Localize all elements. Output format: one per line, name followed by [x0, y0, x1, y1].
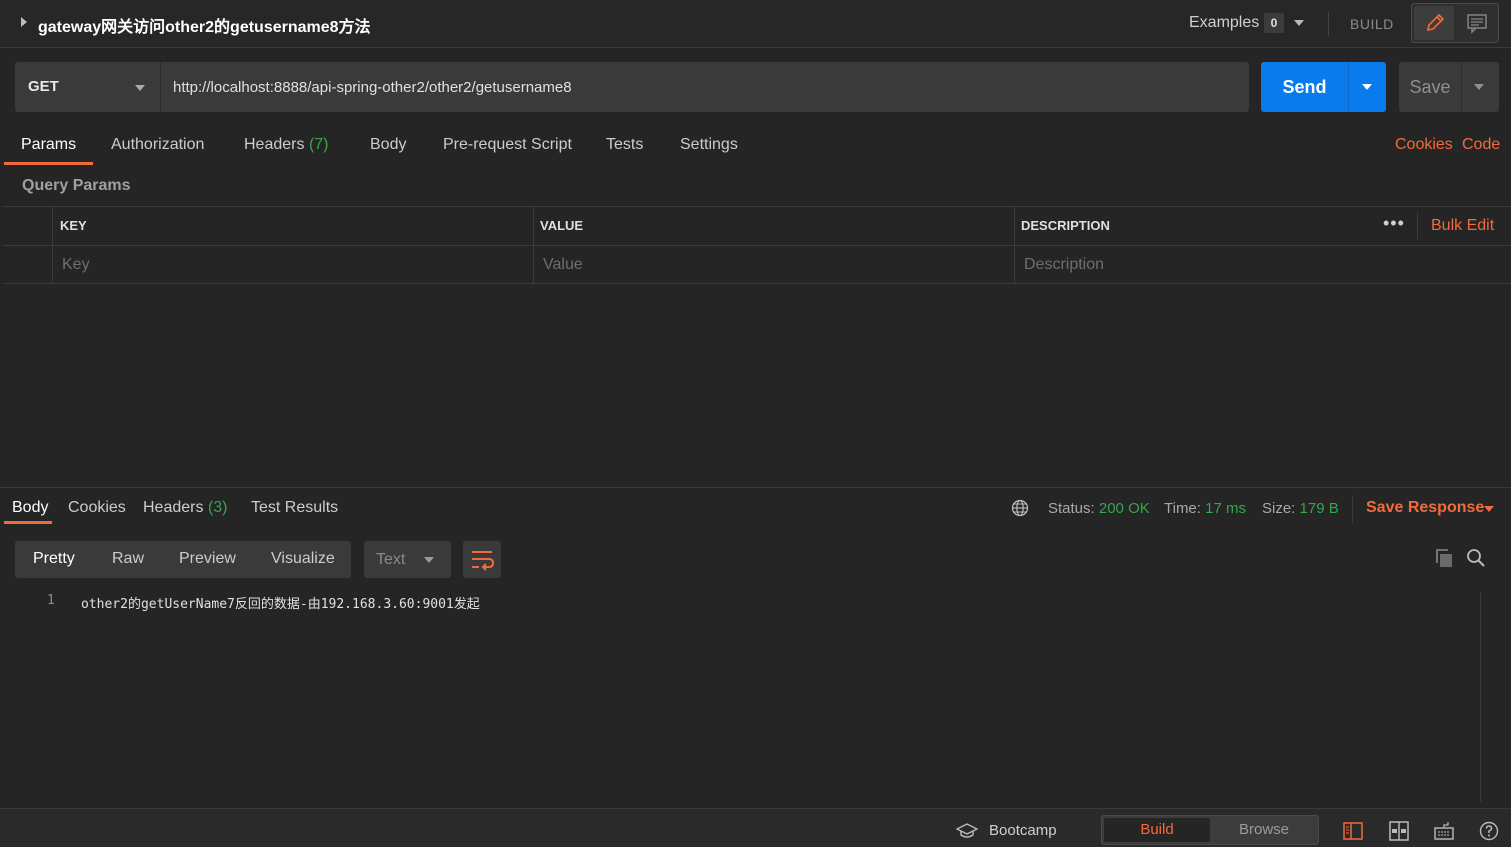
save-response-button[interactable]: Save Response: [1366, 499, 1484, 517]
examples-count-badge: 0: [1264, 13, 1284, 33]
code-link[interactable]: Code: [1462, 136, 1500, 154]
tab-headers-count: (7): [308, 136, 329, 153]
comment-icon: [1467, 14, 1487, 34]
query-params-heading: Query Params: [22, 177, 131, 194]
chevron-down-icon[interactable]: [1484, 506, 1494, 512]
active-tab-indicator: [4, 162, 93, 165]
chevron-down-icon: [135, 85, 145, 91]
graduation-cap-icon: [956, 823, 978, 838]
chevron-down-icon[interactable]: [1294, 20, 1304, 26]
method-select[interactable]: GET: [15, 62, 160, 112]
status-label: Status:: [1048, 500, 1095, 517]
chevron-down-icon: [1362, 84, 1372, 90]
format-select-value: Text: [376, 551, 406, 568]
size-value[interactable]: 179 B: [1300, 500, 1339, 517]
save-options-button[interactable]: [1462, 62, 1499, 112]
time-value[interactable]: 17 ms: [1205, 500, 1246, 517]
format-select[interactable]: Text: [364, 541, 451, 578]
build-mode-button[interactable]: Build: [1104, 818, 1210, 842]
wrap-lines-button[interactable]: [463, 541, 501, 578]
build-browse-toggle: Build Browse: [1101, 815, 1319, 845]
tab-headers-label: Headers: [244, 136, 305, 153]
response-tab-body[interactable]: Body: [12, 499, 48, 517]
tab-settings[interactable]: Settings: [680, 136, 738, 154]
tab-params[interactable]: Params: [21, 136, 76, 154]
keyboard-icon[interactable]: [1434, 821, 1454, 841]
param-description-input[interactable]: [1015, 246, 1511, 284]
chevron-down-icon: [424, 557, 434, 563]
response-tab-headers[interactable]: Headers (3): [143, 499, 228, 517]
request-title-bar: gateway网关访问other2的getusername8方法 Example…: [0, 0, 1511, 48]
caret-right-icon[interactable]: [21, 17, 27, 27]
two-pane-icon[interactable]: [1343, 821, 1363, 841]
response-tab-test-results[interactable]: Test Results: [251, 499, 338, 517]
pencil-icon: [1426, 13, 1445, 32]
param-key-input[interactable]: [53, 246, 533, 284]
response-body-line[interactable]: other2的getUserName7反回的数据-由192.168.3.60:9…: [81, 593, 480, 612]
url-input[interactable]: [160, 62, 1249, 112]
column-header-key: KEY: [60, 218, 87, 233]
divider: [1417, 212, 1418, 239]
divider: [1328, 12, 1329, 36]
response-view-mode-group: Pretty Raw Preview Visualize: [15, 541, 351, 578]
active-tab-indicator: [4, 521, 52, 524]
help-icon[interactable]: [1479, 821, 1499, 841]
status-bar: Bootcamp Build Browse: [0, 808, 1511, 847]
save-button[interactable]: Save: [1399, 62, 1461, 112]
send-options-button[interactable]: [1349, 62, 1386, 112]
view-visualize-button[interactable]: Visualize: [271, 550, 335, 568]
browse-mode-button[interactable]: Browse: [1212, 818, 1316, 842]
search-icon[interactable]: [1466, 548, 1486, 568]
size-label: Size:: [1262, 500, 1296, 517]
tab-body[interactable]: Body: [370, 136, 406, 154]
pane-divider[interactable]: [0, 487, 1511, 488]
build-mode-label: BUILD: [1350, 16, 1394, 32]
response-time: Time: 17 ms: [1164, 500, 1246, 517]
method-label: GET: [28, 78, 59, 95]
response-tab-headers-count: (3): [207, 499, 228, 516]
comment-mode-button[interactable]: [1458, 6, 1496, 40]
time-label: Time:: [1164, 500, 1201, 517]
response-tab-cookies[interactable]: Cookies: [68, 499, 126, 517]
tab-tests[interactable]: Tests: [606, 136, 643, 154]
response-size: Size: 179 B: [1262, 500, 1339, 517]
edit-mode-button[interactable]: [1414, 6, 1454, 40]
response-tab-headers-label: Headers: [143, 499, 204, 516]
copy-icon[interactable]: [1434, 548, 1454, 568]
response-status: Status: 200 OK: [1048, 500, 1150, 517]
bulk-edit-link[interactable]: Bulk Edit: [1431, 217, 1494, 235]
bootcamp-link[interactable]: Bootcamp: [989, 822, 1057, 839]
view-preview-button[interactable]: Preview: [179, 550, 236, 568]
params-table: KEY VALUE DESCRIPTION ••• Bulk Edit: [3, 206, 1511, 284]
column-header-value: VALUE: [540, 218, 584, 233]
more-options-icon[interactable]: •••: [1383, 214, 1407, 236]
save-button-group: Save: [1399, 62, 1499, 112]
tab-headers[interactable]: Headers (7): [244, 136, 329, 154]
response-scrollbar[interactable]: [1480, 592, 1481, 802]
examples-dropdown[interactable]: Examples: [1189, 14, 1259, 32]
layout-icon[interactable]: [1389, 821, 1409, 841]
wrap-lines-icon: [472, 551, 495, 571]
request-title[interactable]: gateway网关访问other2的getusername8方法: [38, 13, 371, 37]
line-number: 1: [47, 593, 55, 608]
column-header-description: DESCRIPTION: [1021, 218, 1110, 233]
view-raw-button[interactable]: Raw: [112, 550, 144, 568]
send-button-group: Send: [1261, 62, 1386, 112]
tab-prerequest-script[interactable]: Pre-request Script: [443, 136, 572, 154]
chevron-down-icon: [1474, 84, 1484, 90]
mode-toggle-group: [1411, 3, 1499, 43]
tab-authorization[interactable]: Authorization: [111, 136, 204, 154]
globe-icon[interactable]: [1011, 499, 1029, 517]
view-pretty-button[interactable]: Pretty: [33, 550, 75, 568]
divider: [1352, 495, 1353, 523]
status-value[interactable]: 200 OK: [1099, 500, 1150, 517]
send-button[interactable]: Send: [1261, 62, 1348, 112]
param-value-input[interactable]: [534, 246, 1014, 284]
cookies-link[interactable]: Cookies: [1395, 136, 1453, 154]
